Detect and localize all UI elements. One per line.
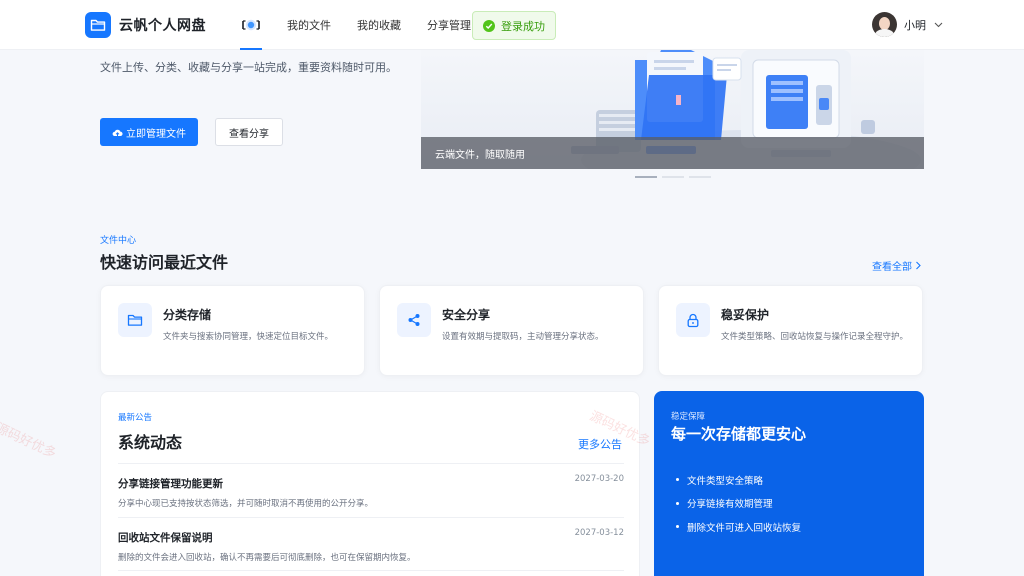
announcement-item[interactable]: 分享链接管理功能更新 分享中心现已支持按状态筛选，并可随时取消不再使用的公开分享… bbox=[118, 474, 624, 509]
feature-card-share[interactable]: 安全分享 设置有效期与提取码，主动管理分享状态。 bbox=[379, 285, 644, 376]
login-success-toast: 登录成功 bbox=[472, 11, 556, 40]
nav-my-files[interactable]: 我的文件 bbox=[287, 17, 331, 33]
app-logo[interactable]: 云帆个人网盘 bbox=[85, 12, 206, 38]
announcement-description: 分享中心现已支持按状态筛选，并可随时取消不再使用的公开分享。 bbox=[118, 499, 374, 509]
announcement-item[interactable]: 回收站文件保留说明 删除的文件会进入回收站，确认不再需要后可彻底删除，也可在保留… bbox=[118, 528, 624, 563]
stability-panel: 稳定保障 每一次存储都更安心 文件类型安全策略 分享链接有效期管理 删除文件可进… bbox=[654, 391, 924, 576]
folder-logo-icon bbox=[85, 12, 111, 38]
card-description: 文件类型策略、回收站恢复与操作记录全程守护。 bbox=[721, 332, 909, 342]
announcement-title: 回收站文件保留说明 bbox=[118, 532, 213, 544]
user-name: 小明 bbox=[904, 18, 926, 32]
view-shares-button[interactable]: 查看分享 bbox=[215, 118, 283, 146]
card-description: 设置有效期与提取码，主动管理分享状态。 bbox=[442, 332, 604, 342]
feature-list-item: 文件类型安全策略 bbox=[676, 468, 801, 492]
card-title: 稳妥保护 bbox=[721, 308, 770, 322]
announcement-title: 分享链接管理功能更新 bbox=[118, 478, 223, 490]
nav-share-management[interactable]: 分享管理 bbox=[427, 17, 471, 33]
nav-home[interactable] bbox=[236, 0, 266, 50]
view-all-label: 查看全部 bbox=[872, 262, 912, 273]
announcements-panel: 最新公告 系统动态 更多公告 分享链接管理功能更新 分享中心现已支持按状态筛选，… bbox=[100, 391, 640, 576]
feature-list-item: 分享链接有效期管理 bbox=[676, 492, 801, 516]
hero-banner[interactable]: 云端文件，随取随用 bbox=[421, 50, 924, 169]
card-title: 分类存储 bbox=[163, 308, 212, 322]
view-all-link[interactable]: 查看全部 bbox=[872, 258, 922, 273]
cloud-upload-icon bbox=[112, 128, 123, 137]
announcement-date: 2027-03-12 bbox=[574, 528, 624, 538]
chevron-down-icon bbox=[934, 22, 943, 28]
announcement-date: 2027-03-20 bbox=[574, 474, 624, 484]
panel-tag: 稳定保障 bbox=[671, 412, 706, 422]
banner-caption: 云端文件，随取随用 bbox=[421, 137, 924, 169]
toast-text: 登录成功 bbox=[501, 19, 545, 33]
lock-icon bbox=[676, 303, 710, 337]
manage-files-label: 立即管理文件 bbox=[126, 128, 186, 140]
section-title: 快速访问最近文件 bbox=[100, 253, 229, 272]
panel-title: 系统动态 bbox=[118, 433, 183, 452]
feature-card-protect[interactable]: 稳妥保护 文件类型策略、回收站恢复与操作记录全程守护。 bbox=[658, 285, 923, 376]
divider bbox=[118, 517, 624, 518]
feature-list: 文件类型安全策略 分享链接有效期管理 删除文件可进入回收站恢复 bbox=[676, 468, 801, 539]
top-header: 云帆个人网盘 我的文件 我的收藏 分享管理 登录成功 小明 bbox=[0, 0, 1024, 50]
app-title: 云帆个人网盘 bbox=[119, 18, 206, 34]
feature-card-storage[interactable]: 分类存储 文件夹与搜索协同管理，快速定位目标文件。 bbox=[100, 285, 365, 376]
main-nav: 我的文件 我的收藏 分享管理 bbox=[236, 0, 497, 50]
hero-description: 文件上传、分类、收藏与分享一站完成，重要资料随时可用。 bbox=[100, 61, 397, 74]
nav-favorites[interactable]: 我的收藏 bbox=[357, 17, 401, 33]
feature-list-item: 删除文件可进入回收站恢复 bbox=[676, 515, 801, 539]
card-title: 安全分享 bbox=[442, 308, 491, 322]
card-description: 文件夹与搜索协同管理，快速定位目标文件。 bbox=[163, 332, 334, 342]
divider bbox=[118, 463, 624, 464]
share-icon bbox=[397, 303, 431, 337]
manage-files-button[interactable]: 立即管理文件 bbox=[100, 118, 198, 146]
user-menu[interactable]: 小明 bbox=[872, 12, 943, 37]
carousel-dot-1[interactable] bbox=[635, 176, 657, 178]
panel-title: 每一次存储都更安心 bbox=[671, 425, 807, 443]
section-tag: 文件中心 bbox=[100, 236, 137, 246]
carousel-indicators bbox=[635, 176, 716, 178]
panel-tag: 最新公告 bbox=[118, 413, 153, 423]
announcement-description: 删除的文件会进入回收站，确认不再需要后可彻底删除，也可在保留期内恢复。 bbox=[118, 553, 416, 563]
folder-icon bbox=[118, 303, 152, 337]
check-circle-icon bbox=[483, 19, 495, 32]
chevron-right-icon bbox=[916, 261, 921, 270]
home-icon bbox=[242, 19, 260, 31]
carousel-dot-2[interactable] bbox=[662, 176, 684, 178]
watermark: 源码好优多 bbox=[0, 420, 59, 462]
carousel-dot-3[interactable] bbox=[689, 176, 711, 178]
more-announcements-link[interactable]: 更多公告 bbox=[578, 436, 622, 452]
avatar bbox=[872, 12, 897, 37]
divider bbox=[118, 570, 624, 571]
